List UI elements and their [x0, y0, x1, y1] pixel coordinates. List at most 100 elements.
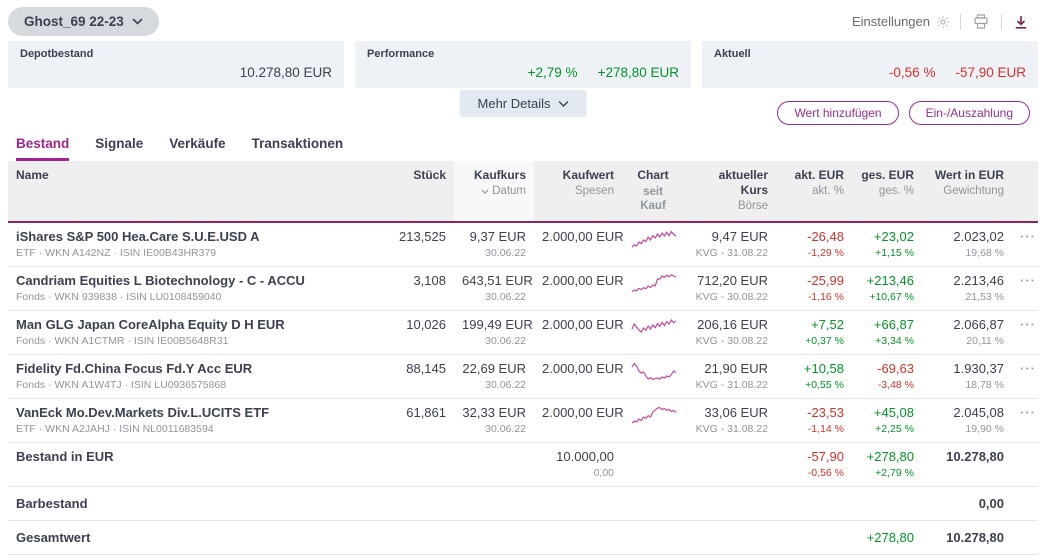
performance-card-label: Performance — [367, 48, 435, 60]
depot-card-value: 10.278,80 EUR — [239, 65, 332, 80]
chart-cell — [622, 220, 684, 267]
instrument-name[interactable]: VanEck Mo.Dev.Markets Div.L.UCITS ETF — [16, 405, 356, 420]
cash-in-out-button[interactable]: Ein-/Auszahlung — [908, 101, 1030, 125]
stueck-value: 61,861 — [364, 397, 454, 443]
row-menu-button[interactable]: ··· — [1020, 317, 1036, 332]
tab-verkaeufe[interactable]: Verkäufe — [169, 132, 225, 161]
header-stueck[interactable]: Stück — [364, 161, 454, 222]
tab-bestand[interactable]: Bestand — [16, 132, 70, 161]
menu-cell: ··· — [1012, 353, 1038, 399]
table-row: Candriam Equities L Biotechnology - C - … — [8, 265, 1038, 311]
print-button[interactable] — [971, 12, 991, 31]
header-ges-eur[interactable]: ges. EUR ges. % — [852, 161, 922, 222]
gear-icon — [936, 15, 950, 29]
tab-transaktionen[interactable]: Transaktionen — [252, 132, 344, 161]
tab-signale[interactable]: Signale — [95, 132, 143, 161]
instrument-name[interactable]: Fidelity Fd.China Focus Fd.Y Acc EUR — [16, 361, 356, 376]
instrument-name[interactable]: iShares S&P 500 Hea.Care S.U.E.USD A — [16, 229, 356, 244]
aktuell-percent: -0,56 % — [888, 65, 936, 80]
stueck-value: 213,525 — [364, 220, 454, 267]
row-menu-button[interactable]: ··· — [1020, 229, 1036, 244]
header-akt-eur[interactable]: akt. EUR akt. % — [776, 161, 852, 222]
ges-cell: +23,02 +1,15 % — [852, 220, 922, 267]
wert-cell: 2.213,46 21,53 % — [922, 265, 1012, 311]
kaufkurs-cell: 32,33 EUR 30.06.22 — [454, 397, 534, 443]
table-row: Man GLG Japan CoreAlpha Equity D H EUR Fo… — [8, 309, 1038, 355]
totals-row-barbestand: Barbestand 0,00 — [8, 485, 1038, 521]
kaufkurs-cell: 199,49 EUR 30.06.22 — [454, 309, 534, 355]
row-menu-button[interactable]: ··· — [1020, 361, 1036, 376]
sparkline-chart[interactable] — [630, 228, 678, 252]
header-kaufkurs[interactable]: Kaufkurs Datum — [454, 161, 534, 222]
header-wert-in-eur[interactable]: Wert in EUR Gewichtung — [922, 161, 1012, 222]
aktuell-value: -57,90 EUR — [955, 65, 1026, 80]
printer-icon — [973, 14, 989, 29]
akt-cell: -23,53 -1,14 % — [776, 397, 852, 443]
menu-cell: ··· — [1012, 397, 1038, 443]
depot-card: Depotbestand 10.278,80 EUR — [8, 41, 344, 88]
kaufkurs-cell: 643,51 EUR 30.06.22 — [454, 265, 534, 311]
kurs-cell: 206,16 EUR KVG - 30.08.22 — [684, 309, 776, 355]
chevron-down-icon — [558, 100, 569, 107]
kurs-cell: 712,20 EUR KVG - 30.08.22 — [684, 265, 776, 311]
aktuell-card-label: Aktuell — [714, 48, 751, 60]
divider — [1001, 13, 1002, 30]
instrument-name[interactable]: Man GLG Japan CoreAlpha Equity D H EUR — [16, 317, 356, 332]
sparkline-chart[interactable] — [630, 404, 678, 428]
wert-cell: 2.023,02 19,68 % — [922, 220, 1012, 267]
totals-wert-cell: 10.278,80 — [922, 441, 1012, 487]
header-chart[interactable]: Chart seit Kauf — [622, 161, 684, 222]
table-row: iShares S&P 500 Hea.Care S.U.E.USD A ETF … — [8, 220, 1038, 267]
aktuell-card: Aktuell -0,56 % -57,90 EUR — [702, 41, 1038, 88]
header-name[interactable]: Name — [8, 161, 364, 222]
settings-button[interactable]: Einstellungen — [852, 14, 950, 29]
kaufkurs-cell: 9,37 EUR 30.06.22 — [454, 220, 534, 267]
tab-bar: Bestand Signale Verkäufe Transaktionen — [0, 130, 1046, 161]
instrument-meta: Fonds · WKN A1CTMR · ISIN IE00B5648R31 — [16, 334, 229, 347]
totals-row-gesamtwert: Gesamtwert +278,80 10.278,80 — [8, 519, 1038, 555]
more-details-button[interactable]: Mehr Details — [459, 90, 587, 117]
instrument-name[interactable]: Candriam Equities L Biotechnology - C - … — [16, 273, 356, 288]
portfolio-selector[interactable]: Ghost_69 22-23 — [8, 7, 159, 36]
kaufwert-cell: 2.000,00 EUR — [534, 265, 624, 311]
sparkline-chart[interactable] — [630, 316, 678, 340]
depot-card-label: Depotbestand — [20, 48, 94, 60]
sort-chevron-down-icon — [481, 189, 489, 194]
header-aktueller-kurs[interactable]: aktueller Kurs Börse — [684, 161, 776, 222]
add-value-button[interactable]: Wert hinzufügen — [777, 101, 899, 125]
wert-cell: 2.045,08 19,90 % — [922, 397, 1012, 443]
settings-label: Einstellungen — [851, 14, 930, 29]
sparkline-chart[interactable] — [630, 272, 678, 296]
totals-wert-cell: 10.278,80 — [922, 519, 1012, 555]
top-bar-actions: Einstellungen — [852, 12, 1030, 31]
row-menu-button[interactable]: ··· — [1020, 273, 1036, 288]
portfolio-action-buttons: Wert hinzufügen Ein-/Auszahlung — [777, 101, 1030, 125]
kaufwert-cell: 2.000,00 EUR — [534, 397, 624, 443]
menu-cell: ··· — [1012, 309, 1038, 355]
chart-cell — [622, 353, 684, 399]
totals-kaufwert-cell: 10.000,00 0,00 — [534, 441, 622, 487]
stueck-value: 10,026 — [364, 309, 454, 355]
download-icon — [1014, 15, 1028, 29]
akt-cell: -26,48 -1,29 % — [776, 220, 852, 267]
totals-akt-cell: -57,90 -0,56 % — [776, 441, 852, 487]
instrument-meta: Fonds · WKN A1W4TJ · ISIN LU0936575868 — [16, 378, 227, 391]
chart-cell — [622, 397, 684, 443]
totals-row-bestand: Bestand in EUR 10.000,00 0,00 -57,90 -0,56… — [8, 441, 1038, 487]
summary-cards: Depotbestand 10.278,80 EUR Performance +… — [0, 41, 1046, 88]
top-bar: Ghost_69 22-23 Einstellungen — [0, 0, 1046, 41]
sparkline-chart[interactable] — [630, 360, 678, 384]
stueck-value: 88,145 — [364, 353, 454, 399]
kurs-cell: 33,06 EUR KVG - 31.08.22 — [684, 397, 776, 443]
wert-cell: 2.066,87 20,11 % — [922, 309, 1012, 355]
performance-value: +278,80 EUR — [597, 65, 679, 80]
chart-cell — [622, 265, 684, 311]
divider — [960, 13, 961, 30]
download-button[interactable] — [1012, 13, 1030, 31]
row-menu-button[interactable]: ··· — [1020, 405, 1036, 420]
totals-label: Bestand in EUR — [16, 448, 114, 464]
instrument-meta: ETF · WKN A142NZ · ISIN IE00B43HR379 — [16, 246, 217, 259]
header-kaufwert[interactable]: Kaufwert Spesen — [534, 161, 622, 222]
kaufwert-cell: 2.000,00 EUR — [534, 309, 624, 355]
instrument-meta: ETF · WKN A2JAHJ · ISIN NL0011683594 — [16, 422, 214, 435]
